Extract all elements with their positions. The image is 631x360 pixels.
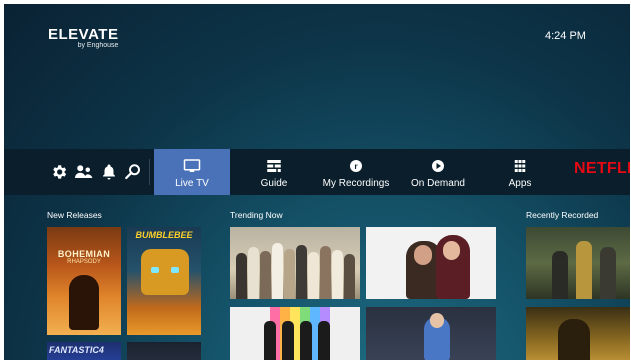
tab-apps[interactable]: Apps [488,149,552,195]
photo-face [414,245,432,265]
photo-person [284,249,295,299]
poster-bohemian-rhapsody[interactable]: BOHEMIAN RHAPSODY [47,227,121,335]
photo-person [308,252,319,299]
clock: 4:24 PM [545,30,586,42]
photo-person [552,251,568,299]
photo-person [344,254,355,299]
poster-robot-eye [171,267,179,273]
poster-title: BUMBLEBEE [135,230,193,240]
tab-label: Live TV [175,178,209,189]
photo-face [430,313,444,328]
tab-label: Apps [508,178,532,189]
poster-robot-eye [151,267,159,273]
trending-tile-couple[interactable] [366,227,496,299]
tab-label: On Demand [411,178,465,189]
row-title-new-releases: New Releases [47,210,102,220]
photo-person [300,321,312,360]
tv-icon [183,158,201,174]
main-menu-bar: Live TV Guide r My Recordings On Demand … [4,149,630,195]
poster-figure [69,275,99,330]
poster-title: FANTASTIC4 [49,345,104,355]
photo-person [236,253,247,299]
poster-subtitle: RHAPSODY [67,259,101,265]
photo-person [282,321,294,360]
home-screen: ELEVATE by Enghouse 4:24 PM Live TV Guid… [4,4,630,360]
tab-label: My Recordings [322,178,390,189]
gear-icon[interactable] [50,163,68,181]
tab-label: Guide [260,178,288,189]
tab-on-demand[interactable]: On Demand [404,149,472,195]
photo-person [318,321,330,360]
guide-grid-icon [265,158,283,174]
photo-person [272,243,283,299]
photo-person [248,247,259,299]
photo-person [558,319,590,360]
menu-separator [149,159,150,185]
trending-tile-host[interactable] [366,307,496,360]
search-icon[interactable] [124,163,142,181]
poster-bumblebee[interactable]: BUMBLEBEE [127,227,201,335]
record-icon: r [347,158,365,174]
profiles-icon[interactable] [74,163,94,181]
row-title-trending-now: Trending Now [230,210,283,220]
logo-main-text: ELEVATE [48,26,119,43]
poster-robot [141,249,189,295]
play-circle-icon [429,158,447,174]
logo-sub-text: by Enghouse [77,42,119,49]
recorded-tile-1[interactable] [526,227,630,299]
photo-person [332,250,343,299]
photo-person [320,246,331,299]
photo-person [264,321,276,360]
poster-title: BOHEMIAN [57,249,111,259]
tab-guide[interactable]: Guide [240,149,308,195]
trending-tile-group-photo[interactable] [230,227,360,299]
poster-tile[interactable] [127,342,201,360]
poster-fantastic-four[interactable]: FANTASTIC4 [47,342,121,360]
photo-person [296,245,307,299]
photo-person [576,241,592,299]
trending-tile-lineup[interactable] [230,307,360,360]
photo-person [600,247,616,299]
photo-person [260,251,271,299]
recorded-tile-2[interactable] [526,307,630,360]
row-title-recently-recorded: Recently Recorded [526,210,599,220]
photo-face [443,241,460,260]
bell-icon[interactable] [100,163,118,181]
tab-live-tv[interactable]: Live TV [154,149,230,195]
netflix-app-logo[interactable]: NETFLIX [574,160,630,178]
tab-my-recordings[interactable]: r My Recordings [320,149,392,195]
apps-grid-icon [511,158,529,174]
elevate-logo: ELEVATE by Enghouse [48,26,118,49]
